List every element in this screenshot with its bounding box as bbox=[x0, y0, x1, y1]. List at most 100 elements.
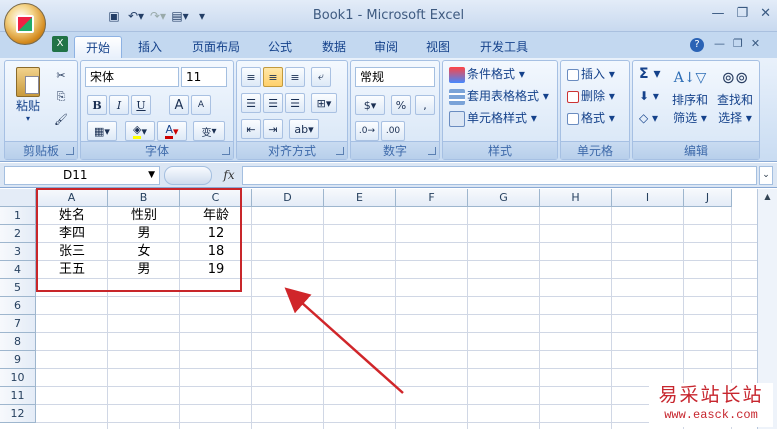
row-header[interactable]: 10 bbox=[0, 369, 36, 387]
tab-insert[interactable]: 插入 bbox=[128, 36, 172, 58]
number-format-select[interactable]: 常规 bbox=[355, 67, 435, 87]
align-left-icon[interactable]: ☰ bbox=[241, 93, 261, 113]
column-header[interactable]: H bbox=[540, 189, 612, 207]
currency-icon[interactable]: $▾ bbox=[355, 95, 385, 115]
column-header[interactable]: F bbox=[396, 189, 468, 207]
borders-icon[interactable]: ▦▾ bbox=[87, 121, 117, 141]
tab-formulas[interactable]: 公式 bbox=[258, 36, 302, 58]
name-box-dropdown-icon[interactable]: ▼ bbox=[148, 167, 155, 184]
format-cells-button[interactable]: 格式 ▾ bbox=[567, 109, 615, 127]
autosum-button[interactable]: Σ ▾ bbox=[639, 65, 660, 83]
align-right-icon[interactable]: ☰ bbox=[285, 93, 305, 113]
group-editing: Σ ▾ ⬇ ▾ ◇ ▾ A↓▽ 排序和 筛选 ▾ ⊚⊚ 查找和 选择 ▾ 编辑 bbox=[632, 60, 760, 160]
row-header[interactable]: 7 bbox=[0, 315, 36, 333]
alignment-group-label: 对齐方式 bbox=[237, 141, 347, 159]
grid-line bbox=[539, 207, 540, 429]
row-header[interactable]: 11 bbox=[0, 387, 36, 405]
row-header[interactable]: 2 bbox=[0, 225, 36, 243]
format-painter-icon[interactable]: 🖌 bbox=[51, 109, 71, 129]
row-header[interactable]: 9 bbox=[0, 351, 36, 369]
watermark-title: 易采站长站 bbox=[658, 384, 764, 406]
restore-icon[interactable]: ❐ bbox=[736, 6, 748, 21]
group-cells: 插入 ▾ 删除 ▾ 格式 ▾ 单元格 bbox=[560, 60, 630, 160]
align-top-icon[interactable]: ≡ bbox=[241, 67, 261, 87]
find-select-button[interactable]: ⊚⊚ 查找和 选择 ▾ bbox=[713, 65, 757, 127]
insert-function-button[interactable]: fx bbox=[218, 166, 240, 185]
formula-splitter[interactable] bbox=[164, 166, 212, 185]
tab-view[interactable]: 视图 bbox=[416, 36, 460, 58]
row-header[interactable]: 1 bbox=[0, 207, 36, 225]
fill-color-icon[interactable]: ◈ ▾ bbox=[125, 121, 155, 141]
row-header[interactable]: 5 bbox=[0, 279, 36, 297]
delete-cells-button[interactable]: 删除 ▾ bbox=[567, 87, 615, 105]
italic-button[interactable]: I bbox=[109, 95, 129, 115]
expand-formula-icon[interactable]: ⌄ bbox=[759, 166, 773, 185]
insert-cells-button[interactable]: 插入 ▾ bbox=[567, 65, 615, 83]
align-middle-icon[interactable]: ≡ bbox=[263, 67, 283, 87]
help-icon[interactable]: ? bbox=[690, 38, 704, 52]
comma-button[interactable]: , bbox=[415, 95, 435, 115]
delete-cells-label: 删除 bbox=[581, 89, 606, 103]
ribbon-tabs: X 开始 插入 页面布局 公式 数据 审阅 视图 开发工具 ? —❐✕ bbox=[0, 32, 777, 58]
office-button[interactable] bbox=[4, 3, 46, 45]
decrease-decimal-icon[interactable]: .00 bbox=[381, 121, 405, 141]
font-name-select[interactable]: 宋体 bbox=[85, 67, 179, 87]
column-header[interactable]: E bbox=[324, 189, 396, 207]
tab-developer[interactable]: 开发工具 bbox=[470, 36, 538, 58]
window-title: Book1 - Microsoft Excel bbox=[312, 8, 465, 23]
orientation-icon[interactable]: ab▾ bbox=[289, 119, 319, 139]
format-as-table-button[interactable]: 套用表格格式 ▾ bbox=[449, 87, 549, 105]
align-center-icon[interactable]: ☰ bbox=[263, 93, 283, 113]
cut-icon[interactable]: ✂ bbox=[51, 65, 71, 85]
alignment-launcher-icon[interactable] bbox=[336, 147, 344, 155]
column-header[interactable]: J bbox=[684, 189, 732, 207]
merge-center-icon[interactable]: ⊞▾ bbox=[311, 93, 337, 113]
name-box[interactable]: D11 ▼ bbox=[4, 166, 160, 185]
font-launcher-icon[interactable] bbox=[222, 147, 230, 155]
increase-decimal-icon[interactable]: .0→ bbox=[355, 121, 379, 141]
align-bottom-icon[interactable]: ≡ bbox=[285, 67, 305, 87]
grid-line bbox=[36, 314, 757, 315]
wrap-text-icon[interactable]: ⤶ bbox=[311, 67, 331, 87]
font-size-select[interactable]: 11 bbox=[181, 67, 227, 87]
fill-icon[interactable]: ⬇ ▾ bbox=[639, 87, 659, 105]
conditional-format-button[interactable]: 条件格式 ▾ bbox=[449, 65, 525, 83]
formula-input[interactable] bbox=[242, 166, 757, 185]
increase-indent-icon[interactable]: ⇥ bbox=[263, 119, 283, 139]
shrink-font-button[interactable]: A bbox=[191, 95, 211, 115]
phonetic-button[interactable]: 变 ▾ bbox=[193, 121, 225, 141]
grow-font-button[interactable]: A bbox=[169, 95, 189, 115]
copy-icon[interactable]: ⎘ bbox=[51, 87, 71, 107]
tab-review[interactable]: 审阅 bbox=[364, 36, 408, 58]
tab-data[interactable]: 数据 bbox=[312, 36, 356, 58]
group-font: 宋体 11 B I U A A ▦▾ ◈ ▾ A ▾ 变 ▾ 字体 bbox=[80, 60, 234, 160]
cell-styles-icon bbox=[449, 110, 465, 127]
grid-line bbox=[36, 332, 757, 333]
column-header[interactable]: G bbox=[468, 189, 540, 207]
column-header[interactable]: I bbox=[612, 189, 684, 207]
row-header[interactable]: 12 bbox=[0, 405, 36, 423]
row-header[interactable]: 8 bbox=[0, 333, 36, 351]
row-header[interactable]: 6 bbox=[0, 297, 36, 315]
minimize-icon[interactable]: — bbox=[711, 6, 724, 21]
bold-button[interactable]: B bbox=[87, 95, 107, 115]
grid-line bbox=[36, 350, 757, 351]
row-header[interactable]: 4 bbox=[0, 261, 36, 279]
clear-icon[interactable]: ◇ ▾ bbox=[639, 109, 658, 127]
row-header[interactable]: 3 bbox=[0, 243, 36, 261]
tab-home[interactable]: 开始 bbox=[74, 36, 122, 58]
sort-filter-button[interactable]: A↓▽ 排序和 筛选 ▾ bbox=[669, 65, 711, 127]
font-color-icon[interactable]: A ▾ bbox=[157, 121, 187, 141]
close-icon[interactable]: ✕ bbox=[760, 6, 771, 21]
number-launcher-icon[interactable] bbox=[428, 147, 436, 155]
cell-styles-button[interactable]: 单元格样式 ▾ bbox=[449, 109, 537, 127]
percent-button[interactable]: % bbox=[391, 95, 411, 115]
underline-button[interactable]: U bbox=[131, 95, 151, 115]
decrease-indent-icon[interactable]: ⇤ bbox=[241, 119, 261, 139]
tab-page-layout[interactable]: 页面布局 bbox=[184, 36, 248, 58]
column-header[interactable]: D bbox=[252, 189, 324, 207]
paste-button[interactable]: 粘贴 ▾ bbox=[11, 65, 45, 127]
select-all-corner[interactable] bbox=[0, 189, 36, 207]
clipboard-launcher-icon[interactable] bbox=[66, 147, 74, 155]
scroll-up-icon[interactable]: ▲ bbox=[758, 189, 777, 205]
